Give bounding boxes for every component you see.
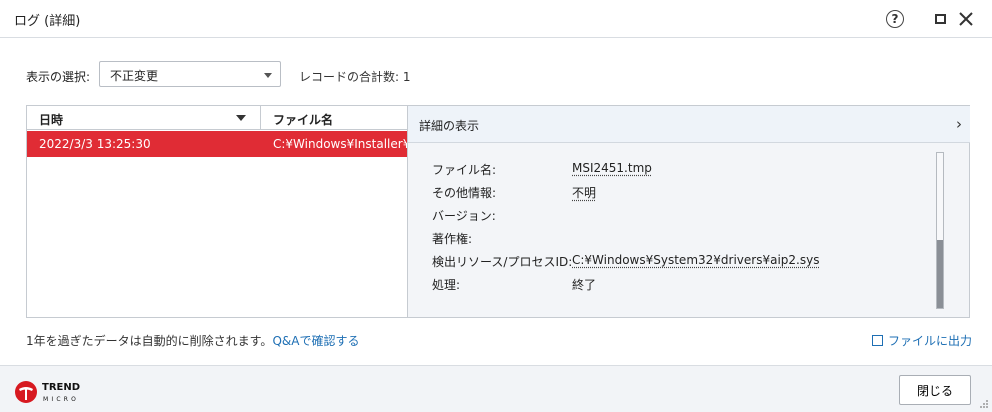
detail-label-action: 処理:: [432, 278, 461, 292]
question-icon: ?: [886, 10, 904, 28]
retention-note-text: 1年を過ぎたデータは自動的に削除されます。: [26, 334, 273, 348]
maximize-icon: [934, 14, 946, 24]
detail-label-other-info: その他情報:: [432, 186, 497, 200]
scrollbar-thumb[interactable]: [937, 240, 943, 308]
row-file: C:¥Windows¥Installer¥MSI2451.tmp: [273, 137, 407, 151]
row-date: 2022/3/3 13:25:30: [39, 137, 151, 151]
chevron-right-icon: ›: [956, 115, 962, 133]
title-bar: ログ (詳細) ?: [0, 0, 992, 38]
qa-link[interactable]: Q&Aで確認する: [272, 334, 359, 348]
filter-label: 表示の選択:: [26, 70, 91, 84]
column-header-file-label: ファイル名: [273, 113, 334, 127]
maximize-button[interactable]: [928, 7, 952, 31]
log-panel: 日時 ファイル名 2022/3/3 13:25:30 C:¥Windows¥In…: [26, 105, 970, 318]
log-type-select[interactable]: 不正変更: [99, 61, 281, 87]
table-header: 日時 ファイル名: [27, 106, 407, 130]
close-button[interactable]: 閉じる: [899, 375, 971, 405]
trend-micro-logo: TREND MICRO: [15, 381, 80, 403]
resize-grip-icon[interactable]: [979, 399, 989, 409]
export-to-file-link[interactable]: ファイルに出力: [872, 332, 972, 349]
record-count: レコードの合計数: 1: [299, 70, 411, 84]
logo-word-1: TREND: [42, 382, 80, 393]
export-label: ファイルに出力: [888, 334, 973, 348]
retention-note: 1年を過ぎたデータは自動的に削除されます。Q&Aで確認する: [26, 332, 359, 349]
detail-value-file-name: MSI2451.tmp: [572, 161, 652, 175]
detail-label-version: バージョン:: [432, 209, 496, 223]
detail-title: 詳細の表示: [419, 119, 480, 133]
footer-bar: TREND MICRO 閉じる: [0, 365, 992, 412]
detail-pane: 詳細の表示 › ファイル名: MSI2451.tmp その他情報: 不明 バージ…: [407, 106, 970, 317]
detail-label-file-name: ファイル名:: [432, 163, 497, 177]
detail-scrollbar[interactable]: [936, 152, 944, 309]
detail-value-action: 終了: [572, 278, 597, 292]
table-row[interactable]: 2022/3/3 13:25:30 C:¥Windows¥Installer¥M…: [27, 131, 407, 157]
sort-down-icon: [236, 115, 246, 121]
log-type-selected: 不正変更: [110, 69, 159, 83]
logo-word-2: MICRO: [43, 396, 79, 403]
close-window-button[interactable]: [954, 7, 978, 31]
window-title: ログ (詳細): [14, 14, 81, 29]
detail-header[interactable]: 詳細の表示 ›: [408, 106, 970, 143]
help-button[interactable]: ?: [883, 7, 907, 31]
close-icon: [959, 12, 973, 26]
column-header-file[interactable]: ファイル名: [261, 106, 407, 130]
detail-label-source: 検出リソース/プロセスID:: [432, 255, 573, 269]
chevron-down-icon: [264, 73, 272, 78]
external-link-icon: [872, 335, 883, 346]
detail-value-source: C:¥Windows¥System32¥drivers¥aip2.sys: [572, 253, 820, 267]
column-header-date[interactable]: 日時: [27, 106, 261, 130]
detail-label-copyright: 著作権:: [432, 232, 473, 246]
detail-value-other-info: 不明: [572, 186, 597, 200]
column-header-date-label: 日時: [39, 113, 64, 127]
